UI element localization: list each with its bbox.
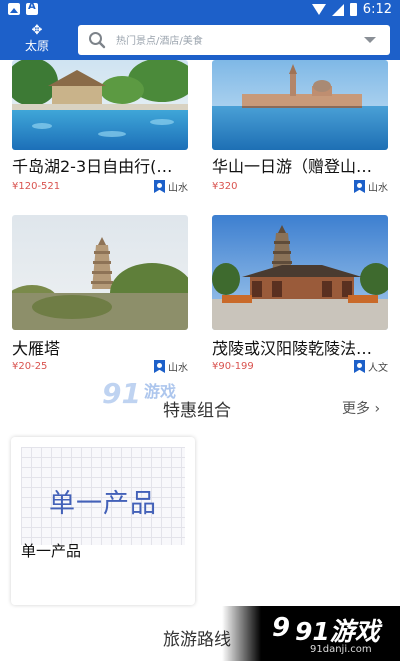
top-header: ✥ 太原 热门景点/酒店/美食 bbox=[0, 20, 400, 60]
watermark-brand: 91游戏 bbox=[295, 617, 380, 646]
product-tag-label: 山水 bbox=[368, 183, 388, 194]
bookmark-icon bbox=[154, 360, 165, 373]
product-title: 华山一日游（赠登山… bbox=[212, 157, 373, 176]
combo-card[interactable]: 单一产品 单一产品 bbox=[11, 437, 195, 605]
combo-image-text: 单一产品 bbox=[48, 489, 157, 519]
product-title: 千岛湖2-3日自由行(… bbox=[12, 157, 173, 176]
status-bar: 6:12 bbox=[0, 0, 400, 20]
product-price: ¥20-25 bbox=[12, 361, 48, 372]
product-tag: 山水 bbox=[154, 179, 188, 194]
svg-text:91: 91 bbox=[102, 377, 141, 410]
product-tag: 山水 bbox=[354, 179, 388, 194]
product-tag-label: 山水 bbox=[168, 363, 188, 374]
product-photo bbox=[12, 215, 188, 330]
section-title-routes: 旅游路线 bbox=[163, 630, 231, 650]
section-title-specials: 特惠组合 bbox=[163, 401, 231, 421]
bookmark-icon bbox=[354, 360, 365, 373]
chevron-down-icon[interactable] bbox=[364, 37, 376, 43]
svg-text:9: 9 bbox=[272, 613, 290, 642]
product-price: ¥120-521 bbox=[12, 181, 61, 192]
search-input[interactable]: 热门景点/酒店/美食 bbox=[78, 25, 390, 55]
watermark-banner: 9 91游戏 91danji.com bbox=[222, 606, 400, 661]
bookmark-icon bbox=[154, 180, 165, 193]
product-tag-label: 山水 bbox=[168, 183, 188, 194]
location-selector[interactable]: ✥ 太原 bbox=[20, 24, 54, 56]
signal-icon bbox=[331, 3, 344, 16]
product-title: 大雁塔 bbox=[12, 339, 61, 358]
product-tag-label: 人文 bbox=[368, 363, 388, 374]
battery-icon bbox=[349, 3, 357, 16]
product-title: 茂陵或汉阳陵乾陵法… bbox=[212, 339, 373, 358]
product-photo bbox=[12, 60, 188, 150]
location-label: 太原 bbox=[24, 39, 49, 53]
search-placeholder: 热门景点/酒店/美食 bbox=[116, 36, 203, 47]
locate-icon: ✥ bbox=[31, 23, 43, 38]
search-icon bbox=[89, 32, 106, 49]
more-link[interactable]: 更多 › bbox=[342, 398, 380, 418]
product-tag: 山水 bbox=[154, 359, 188, 374]
wifi-icon bbox=[311, 4, 326, 15]
combo-label: 单一产品 bbox=[21, 542, 82, 560]
bookmark-icon bbox=[354, 180, 365, 193]
product-tag: 人文 bbox=[354, 359, 388, 374]
product-photo bbox=[212, 60, 388, 150]
text-notification-icon bbox=[26, 1, 38, 15]
combo-image: 单一产品 bbox=[21, 447, 185, 545]
product-photo bbox=[212, 215, 388, 330]
product-price: ¥90-199 bbox=[212, 361, 254, 372]
gallery-notification-icon bbox=[8, 3, 20, 15]
watermark-url: 91danji.com bbox=[310, 644, 372, 655]
product-price: ¥320 bbox=[212, 181, 238, 192]
status-time: 6:12 bbox=[362, 2, 392, 17]
